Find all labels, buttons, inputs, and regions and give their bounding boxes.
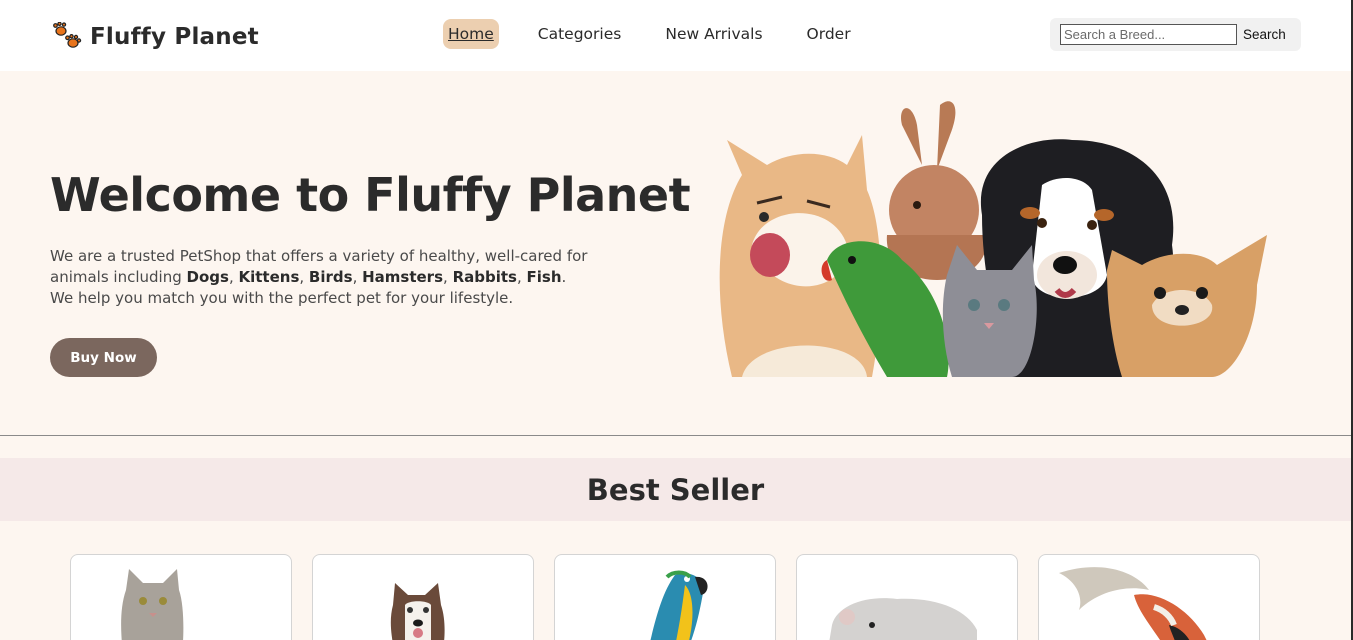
nav-order[interactable]: Order	[802, 19, 856, 49]
animal-birds: Birds	[308, 268, 353, 286]
hero-title: Welcome to Fluffy Planet	[50, 168, 691, 222]
best-seller-title: Best Seller	[586, 472, 765, 507]
brand-name: Fluffy Planet	[90, 24, 259, 50]
product-card[interactable]	[554, 554, 776, 640]
pets-group-image	[719, 101, 1267, 377]
best-seller-header: Best Seller	[0, 458, 1351, 521]
brand-logo[interactable]: Fluffy Planet	[52, 20, 259, 54]
animal-fish: Fish	[526, 268, 562, 286]
buy-now-button[interactable]: Buy Now	[50, 338, 157, 377]
animal-rabbits: Rabbits	[452, 268, 517, 286]
husky-icon	[390, 583, 445, 640]
product-card[interactable]	[796, 554, 1018, 640]
nav-home[interactable]: Home	[443, 19, 499, 49]
best-seller-cards	[70, 554, 1260, 640]
product-card[interactable]	[312, 554, 534, 640]
koi-fish-icon	[1059, 567, 1207, 640]
parrot-icon	[650, 570, 708, 640]
animal-kittens: Kittens	[238, 268, 300, 286]
hamster-icon	[829, 598, 977, 640]
main-menu: Home Categories New Arrivals Order	[443, 19, 890, 49]
nav-categories[interactable]: Categories	[533, 19, 627, 49]
section-divider	[0, 435, 1351, 436]
animal-hamsters: Hamsters	[362, 268, 444, 286]
search-form: Search	[1050, 18, 1301, 51]
paw-prints-icon	[53, 22, 82, 48]
search-input[interactable]	[1060, 24, 1237, 45]
product-card[interactable]	[70, 554, 292, 640]
animal-dogs: Dogs	[186, 268, 229, 286]
rabbit-icon	[886, 101, 988, 280]
cat-icon	[121, 569, 184, 640]
nav-new-arrivals[interactable]: New Arrivals	[660, 19, 767, 49]
hero-description: We are a trusted PetShop that offers a v…	[50, 247, 588, 307]
search-button[interactable]: Search	[1243, 27, 1286, 42]
top-navbar: Fluffy Planet Home Categories New Arriva…	[0, 0, 1351, 71]
product-card[interactable]	[1038, 554, 1260, 640]
